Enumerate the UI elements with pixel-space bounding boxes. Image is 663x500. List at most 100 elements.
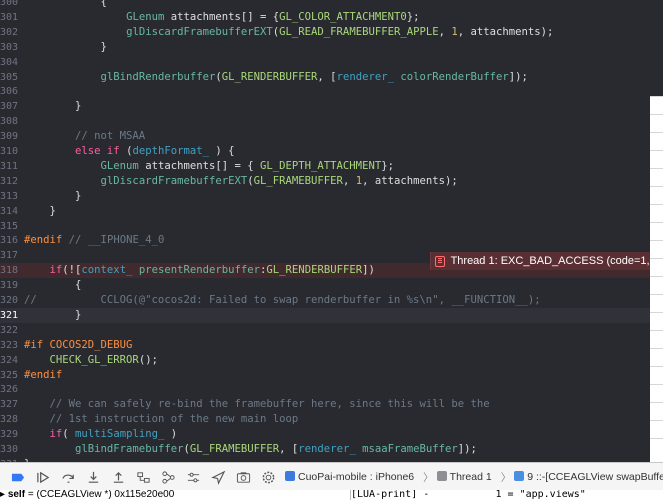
- code-text: glDiscardFramebufferEXT(GL_FRAMEBUFFER, …: [100, 174, 458, 187]
- code-line[interactable]: 315: [0, 219, 663, 234]
- line-number[interactable]: 306: [0, 84, 18, 99]
- line-number[interactable]: 321: [0, 308, 18, 323]
- code-line[interactable]: 319 {: [0, 278, 663, 293]
- line-number[interactable]: 324: [0, 353, 18, 368]
- code-line[interactable]: 320 // CCLOG(@"cocos2d: Failed to swap re…: [0, 293, 663, 308]
- code-line[interactable]: 313 }: [0, 189, 663, 204]
- view-hierarchy-icon[interactable]: [131, 466, 156, 488]
- code-line[interactable]: 321 }: [0, 307, 663, 323]
- disclosure-triangle-icon[interactable]: ▸: [0, 490, 8, 500]
- line-number[interactable]: 322: [0, 323, 18, 338]
- line-number[interactable]: 311: [0, 159, 18, 174]
- code-line[interactable]: 309 // not MSAA: [0, 129, 663, 144]
- source-editor[interactable]: 300 {301 GLenum attachments[] = {GL_COLO…: [0, 0, 663, 462]
- continue-icon[interactable]: [31, 466, 56, 488]
- jump-bar-breadcrumb[interactable]: CuoPai-mobile : iPhone6 〉 Thread 1 〉 9 ::-[C…: [285, 470, 663, 485]
- line-number[interactable]: 300: [0, 0, 18, 10]
- code-line[interactable]: 307 }: [0, 99, 663, 114]
- code-text: {: [24, 279, 82, 292]
- separator: [650, 366, 663, 367]
- line-number[interactable]: 304: [0, 55, 18, 70]
- line-number[interactable]: 320: [0, 293, 18, 308]
- step-into-icon[interactable]: [81, 466, 106, 488]
- line-number[interactable]: 301: [0, 10, 18, 25]
- line-number[interactable]: 326: [0, 382, 18, 397]
- code-line[interactable]: 311 GLenum attachments[] = { GL_DEPTH_AT…: [0, 159, 663, 174]
- code-text: #endif: [24, 368, 63, 381]
- line-number[interactable]: 323: [0, 338, 18, 353]
- line-number[interactable]: 314: [0, 204, 18, 219]
- line-number[interactable]: 308: [0, 114, 18, 129]
- code-line[interactable]: 327 // We can safely re-bind the framebu…: [0, 397, 663, 412]
- step-out-icon[interactable]: [106, 466, 131, 488]
- breadcrumb-item[interactable]: 9 ::-[CCEAGLView swapBuffers](): [514, 471, 663, 483]
- line-number[interactable]: 316: [0, 233, 18, 248]
- code-text: GLenum attachments[] = { GL_DEPTH_ATTACH…: [100, 159, 394, 172]
- environment-override-icon[interactable]: [181, 466, 206, 488]
- line-number[interactable]: 330: [0, 442, 18, 457]
- line-number[interactable]: 328: [0, 412, 18, 427]
- separator: [650, 330, 663, 331]
- code-line[interactable]: 312 glDiscardFramebufferEXT(GL_FRAMEBUFF…: [0, 174, 663, 189]
- line-number[interactable]: 309: [0, 129, 18, 144]
- code-text: glDiscardFramebufferEXT(GL_READ_FRAMEBUF…: [126, 25, 554, 38]
- code-line[interactable]: 300 {: [0, 0, 663, 10]
- code-line[interactable]: 302 glDiscardFramebufferEXT(GL_READ_FRAM…: [0, 25, 663, 40]
- location-icon[interactable]: [206, 466, 231, 488]
- error-message: Thread 1: EXC_BAD_ACCESS (code=1, add: [450, 255, 663, 267]
- breakpoints-toggle-icon[interactable]: [6, 466, 31, 488]
- code-line[interactable]: 303 }: [0, 40, 663, 55]
- code-line[interactable]: 301 GLenum attachments[] = {GL_COLOR_ATT…: [0, 10, 663, 25]
- app-icon: [285, 471, 295, 481]
- breadcrumb-label: 9 ::-[CCEAGLView swapBuffers](): [527, 471, 663, 483]
- line-number[interactable]: 312: [0, 174, 18, 189]
- separator: [650, 384, 663, 385]
- code-line[interactable]: 304: [0, 55, 663, 70]
- code-text: if(![context_ presentRenderbuffer:GL_REN…: [49, 264, 375, 277]
- code-line[interactable]: 305 glBindRenderbuffer(GL_RENDERBUFFER, …: [0, 70, 663, 85]
- camera-icon[interactable]: [231, 466, 256, 488]
- line-number[interactable]: 327: [0, 397, 18, 412]
- separator: [650, 438, 663, 439]
- code-line[interactable]: 329 if( multiSampling_ ): [0, 427, 663, 442]
- thread-icon: [436, 471, 447, 481]
- settings-icon[interactable]: [256, 466, 281, 488]
- code-line[interactable]: 322: [0, 323, 663, 338]
- line-number[interactable]: 319: [0, 278, 18, 293]
- breadcrumb-item[interactable]: Thread 1: [436, 471, 495, 483]
- line-number[interactable]: 307: [0, 99, 18, 114]
- line-number[interactable]: 302: [0, 25, 18, 40]
- code-line[interactable]: 310 else if (depthFormat_ ) {: [0, 144, 663, 159]
- separator: [650, 258, 663, 259]
- error-annotation[interactable]: Thread 1: EXC_BAD_ACCESS (code=1, add: [430, 252, 663, 270]
- code-text: {: [24, 0, 107, 8]
- line-number[interactable]: 317: [0, 248, 18, 263]
- code-text: // We can safely re-bind the framebuffer…: [49, 398, 490, 411]
- code-line[interactable]: 328 // 1st instruction of the new main l…: [0, 412, 663, 427]
- code-line[interactable]: 314 }: [0, 204, 663, 219]
- line-number[interactable]: 310: [0, 144, 18, 159]
- variables-view[interactable]: ▸ self = (CCEAGLView *) 0x115e20e00: [0, 490, 174, 500]
- line-number[interactable]: 313: [0, 189, 18, 204]
- line-number[interactable]: 315: [0, 219, 18, 234]
- breadcrumb-item[interactable]: CuoPai-mobile : iPhone6: [285, 471, 417, 483]
- code-line[interactable]: 325 #endif: [0, 368, 663, 383]
- code-line[interactable]: 316 #endif // __IPHONE_4_0: [0, 233, 663, 248]
- code-line[interactable]: 324 CHECK_GL_ERROR();: [0, 353, 663, 368]
- code-line[interactable]: 330 glBindFramebuffer(GL_FRAMEBUFFER, [r…: [0, 442, 663, 457]
- code-line[interactable]: 326: [0, 382, 663, 397]
- code-line[interactable]: 323 #if COCOS2D_DEBUG: [0, 338, 663, 353]
- line-number[interactable]: 303: [0, 40, 18, 55]
- line-number[interactable]: 318: [0, 263, 18, 278]
- code-line[interactable]: 308: [0, 114, 663, 129]
- line-number[interactable]: 329: [0, 427, 18, 442]
- code-text: if( multiSampling_ ): [49, 428, 178, 441]
- console-output[interactable]: [LUA-print] - 1 = "app.views": [350, 490, 663, 500]
- code-line[interactable]: 306: [0, 84, 663, 99]
- breadcrumb-label: Thread 1: [449, 471, 492, 483]
- line-number[interactable]: 305: [0, 70, 18, 85]
- line-number[interactable]: 325: [0, 368, 18, 383]
- chevron-right-icon: 〉: [500, 471, 512, 484]
- step-over-icon[interactable]: [56, 466, 81, 488]
- memory-graph-icon[interactable]: [156, 466, 181, 488]
